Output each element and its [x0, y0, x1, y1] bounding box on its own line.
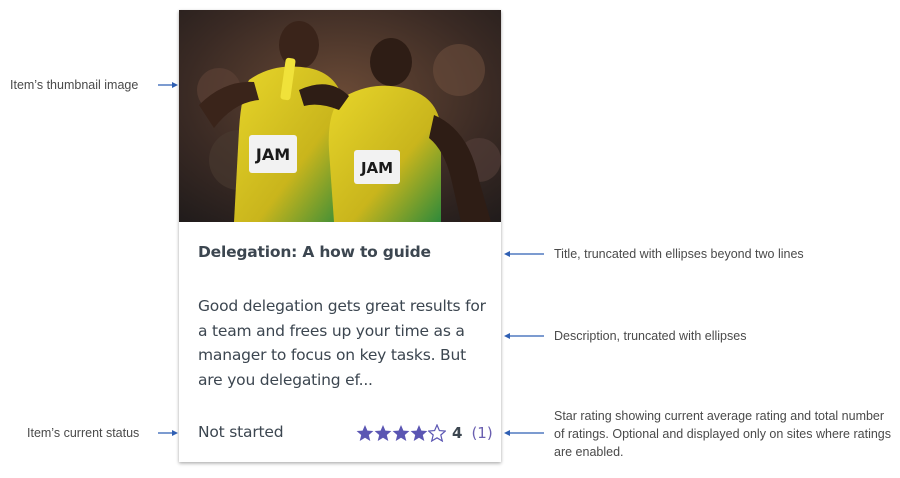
star-filled-icon — [374, 425, 392, 441]
item-title[interactable]: Delegation: A how to guide — [198, 243, 482, 261]
annotation-description: Description, truncated with ellipses — [554, 329, 747, 343]
arrow-right-icon — [158, 82, 178, 88]
arrow-left-icon — [504, 430, 544, 436]
thumbnail-image: JAM JAM — [179, 10, 501, 222]
bib-text: JAM — [360, 159, 393, 177]
star-empty-icon — [428, 424, 446, 442]
annotation-status: Item’s current status — [27, 426, 140, 440]
bib-text: JAM — [255, 145, 290, 164]
annotation-thumbnail: Item’s thumbnail image — [10, 78, 139, 92]
star-filled-icon — [356, 425, 374, 441]
star-filled-icon — [410, 425, 428, 441]
star-filled-icon — [392, 425, 410, 441]
arrow-right-icon — [158, 430, 178, 436]
rating-average: 4 — [452, 424, 463, 442]
learning-item-card[interactable]: JAM JAM Delegation: A how to guide Good … — [179, 10, 501, 462]
arrow-left-icon — [504, 251, 544, 257]
rating-count: (1) — [471, 424, 493, 442]
arrow-left-icon — [504, 333, 544, 339]
item-status: Not started — [198, 423, 284, 441]
annotation-rating: Star rating showing current average rati… — [554, 409, 891, 459]
item-description: Good delegation gets great results for a… — [198, 297, 486, 389]
star-rating: 4 (1) — [356, 422, 493, 444]
annotation-title: Title, truncated with ellipses beyond tw… — [554, 247, 804, 261]
stars-container — [356, 424, 446, 442]
item-thumbnail[interactable]: JAM JAM — [179, 10, 501, 222]
